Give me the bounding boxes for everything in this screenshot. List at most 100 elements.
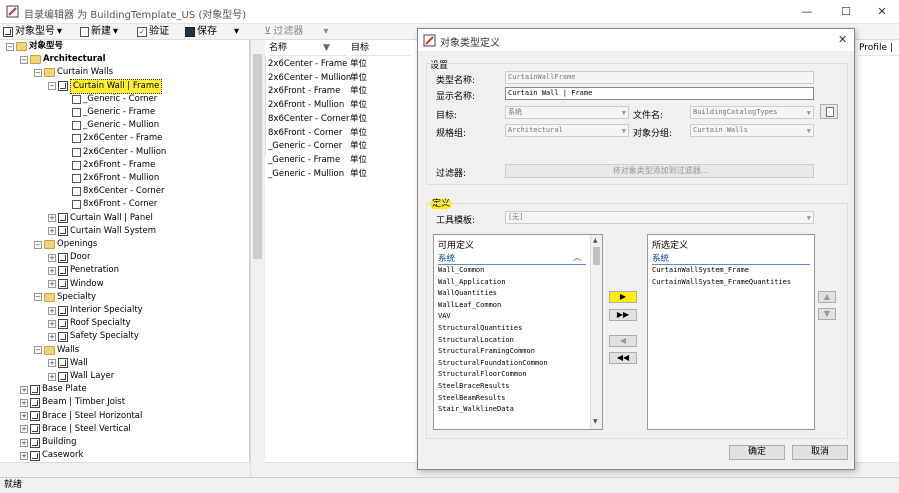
scroll-down-icon[interactable]: ▼ xyxy=(593,418,598,425)
expand-icon[interactable]: + xyxy=(48,227,56,236)
collapse-icon[interactable]: − xyxy=(6,42,14,51)
tree-node[interactable]: − Walls xyxy=(34,344,79,357)
column-header-name[interactable]: 名称 ▼ xyxy=(269,40,347,56)
tree-node[interactable]: + Safety Specialty xyxy=(48,330,139,343)
display-name-input[interactable]: Curtain Wall | Frame xyxy=(505,87,814,100)
expand-icon[interactable]: + xyxy=(20,425,28,434)
tree-node[interactable]: + Brace | Steel Horizontal xyxy=(20,410,142,423)
definition-item[interactable]: StructuralFloorCommon xyxy=(438,369,527,381)
tree-node[interactable]: 8x6Center - Corner xyxy=(62,185,165,198)
collapse-icon[interactable]: − xyxy=(34,240,42,249)
dialog-close-button[interactable]: ✕ xyxy=(838,33,847,46)
object-model-dropdown[interactable]: 对象型号 ▾ xyxy=(3,25,62,39)
tool-template-select[interactable]: [无] ▼ xyxy=(505,211,814,224)
available-definitions-list[interactable]: 可用定义 系统 ︿ Wall_Common Wall_Application Wal… xyxy=(433,234,603,430)
collapse-icon[interactable]: − xyxy=(34,68,42,77)
tree-node[interactable]: − Openings xyxy=(34,238,97,251)
tree-node[interactable]: + Window xyxy=(48,278,104,291)
tree-node[interactable]: + Curtain Wall System xyxy=(48,225,156,238)
expand-icon[interactable]: + xyxy=(48,372,56,381)
spec-group-select[interactable]: Architectural ▼ xyxy=(505,124,629,137)
definition-item[interactable]: VAV xyxy=(438,311,451,323)
new-button[interactable]: 新建 ▾ xyxy=(80,25,118,39)
definition-item[interactable]: Wall_Application xyxy=(438,277,505,289)
ok-button[interactable]: 确定 xyxy=(729,445,785,460)
maximize-button[interactable]: ☐ xyxy=(838,4,854,20)
add-definition-button[interactable]: ▶ xyxy=(609,291,637,303)
definition-item[interactable]: StructuralLocation xyxy=(438,335,514,347)
tree-node[interactable]: + Base Plate xyxy=(20,383,87,396)
table-row-name[interactable]: 2x6Center - Mullion xyxy=(268,72,351,85)
scrollbar-thumb[interactable] xyxy=(253,54,262,259)
definition-item[interactable]: CurtainWallSystem_Frame xyxy=(652,265,749,277)
tree-node[interactable]: + Interior Specialty xyxy=(48,304,143,317)
tree-node[interactable]: − Curtain Wall | Frame xyxy=(48,78,163,94)
collapse-icon[interactable]: − xyxy=(34,346,42,355)
target-select[interactable]: 系统 ▼ xyxy=(505,106,629,119)
definition-item[interactable]: CurtainWallSystem_FrameQuantities xyxy=(652,277,791,289)
tree-node[interactable]: 2x6Front - Mullion xyxy=(62,172,159,185)
expand-icon[interactable]: + xyxy=(20,451,28,460)
add-to-filter-button[interactable]: 将对象类型添加到过滤器... xyxy=(505,164,814,178)
table-row-name[interactable]: 8x6Center - Corner xyxy=(268,113,350,126)
expand-icon[interactable]: + xyxy=(20,398,28,407)
column-header-target[interactable]: 目标 xyxy=(351,40,411,56)
tree-node[interactable]: 8x6Front - Corner xyxy=(62,198,157,211)
collapse-icon[interactable]: − xyxy=(34,293,42,302)
expand-icon[interactable]: + xyxy=(48,214,56,223)
scroll-up-icon[interactable]: ▲ xyxy=(593,237,598,244)
selected-definitions-list[interactable]: 所选定义 系统 CurtainWallSystem_Frame CurtainWa… xyxy=(647,234,815,430)
available-list-scrollbar[interactable]: ▲ ▼ xyxy=(590,235,602,429)
tree-node[interactable]: 2x6Front - Frame xyxy=(62,159,155,172)
verify-button[interactable]: ✓ 验证 xyxy=(137,25,169,39)
expand-icon[interactable]: + xyxy=(48,266,56,275)
definition-item[interactable]: StructuralFoundationCommon xyxy=(438,358,548,370)
expand-icon[interactable]: + xyxy=(48,253,56,262)
definition-item[interactable]: SteelBraceResults xyxy=(438,381,510,393)
scrollbar-thumb[interactable] xyxy=(593,247,600,265)
move-down-button[interactable]: ▼ xyxy=(818,308,836,320)
minimize-button[interactable]: — xyxy=(799,4,815,20)
table-row-name[interactable]: _Generic - Mullion xyxy=(268,168,344,181)
column-header-profile[interactable]: Profile | xyxy=(859,40,899,56)
tree-node[interactable]: _Generic - Corner xyxy=(62,93,157,106)
tree-node[interactable]: + Beam | Timber Joist xyxy=(20,396,125,409)
tree-horizontal-scrollbar[interactable] xyxy=(0,462,250,477)
tree-node[interactable]: − Architectural xyxy=(20,53,106,66)
definition-item[interactable]: WallLeaf_Common xyxy=(438,300,501,312)
table-row-name[interactable]: 2x6Front - Frame xyxy=(268,85,340,98)
table-row-name[interactable]: 2x6Front - Mullion xyxy=(268,99,344,112)
table-row-name[interactable]: _Generic - Corner xyxy=(268,140,342,153)
tree-node[interactable]: 2x6Center - Mullion xyxy=(62,146,166,159)
tree-node[interactable]: + Brace | Steel Vertical xyxy=(20,423,131,436)
definition-item[interactable]: StructuralFramingCommon xyxy=(438,346,535,358)
definition-item[interactable]: SteelBeamResults xyxy=(438,393,505,405)
collapse-chevron-icon[interactable]: ︿ xyxy=(573,252,581,263)
object-group-select[interactable]: Curtain Walls ▼ xyxy=(690,124,814,137)
tree-node[interactable]: − 对象型号 xyxy=(6,40,63,53)
tree-node[interactable]: + Wall xyxy=(48,357,88,370)
object-tree[interactable]: − 对象型号 − Architectural − Curtain Walls − Curtai… xyxy=(0,40,250,477)
tree-node[interactable]: + Wall Layer xyxy=(48,370,114,383)
cancel-button[interactable]: 取消 xyxy=(792,445,848,460)
tree-node[interactable]: − Specialty xyxy=(34,291,96,304)
expand-icon[interactable]: + xyxy=(20,385,28,394)
definition-item[interactable]: Stair_WalklineData xyxy=(438,404,514,416)
tree-node[interactable]: + Building xyxy=(20,436,76,449)
expand-icon[interactable]: + xyxy=(48,280,56,289)
tree-node[interactable]: + Roof Specialty xyxy=(48,317,131,330)
definition-item[interactable]: Wall_Common xyxy=(438,265,484,277)
tree-node[interactable]: + Casework xyxy=(20,449,83,462)
table-row-name[interactable]: 2x6Center - Frame xyxy=(268,58,347,71)
remove-all-definitions-button[interactable]: ◀◀ xyxy=(609,352,637,364)
tree-node[interactable]: + Curtain Wall | Panel xyxy=(48,212,153,225)
table-row-name[interactable]: _Generic - Frame xyxy=(268,154,340,167)
save-button[interactable]: 保存 xyxy=(185,25,217,39)
tree-node[interactable]: 2x6Center - Frame xyxy=(62,132,162,145)
filter-dropdown[interactable]: ⊻ 过滤器 ▾ xyxy=(264,25,328,39)
table-row-name[interactable]: 8x6Front - Corner xyxy=(268,127,342,140)
expand-icon[interactable]: + xyxy=(20,438,28,447)
expand-icon[interactable]: + xyxy=(48,332,56,341)
tree-node[interactable]: + Door xyxy=(48,251,90,264)
move-up-button[interactable]: ▲ xyxy=(818,291,836,303)
